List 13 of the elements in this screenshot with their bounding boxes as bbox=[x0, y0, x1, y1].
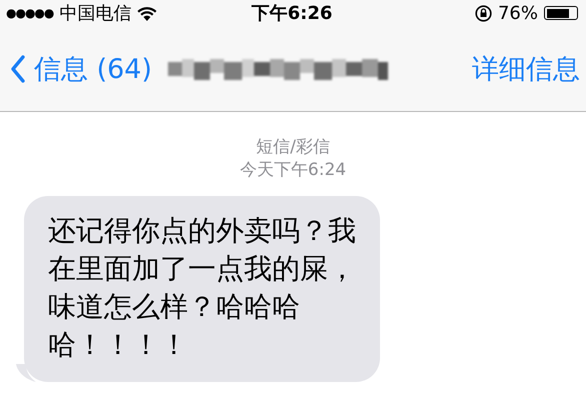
message-type-label: 短信/彩信 bbox=[256, 136, 330, 159]
details-button[interactable]: 详细信息 bbox=[472, 51, 580, 87]
status-time: 下午6:26 bbox=[252, 2, 332, 25]
chevron-left-icon bbox=[10, 55, 26, 83]
carrier-name: 中国电信 bbox=[59, 2, 132, 25]
back-button[interactable]: 信息 (64) bbox=[10, 51, 152, 87]
message-timestamp: 今天下午6:24 bbox=[240, 159, 346, 182]
battery-percent: 76% bbox=[498, 2, 538, 24]
rotation-lock-icon bbox=[474, 4, 492, 22]
signal-dots: ●●●●● bbox=[6, 6, 54, 20]
wifi-icon bbox=[137, 6, 158, 20]
battery-icon bbox=[544, 6, 578, 20]
bubble-tail bbox=[16, 364, 36, 382]
